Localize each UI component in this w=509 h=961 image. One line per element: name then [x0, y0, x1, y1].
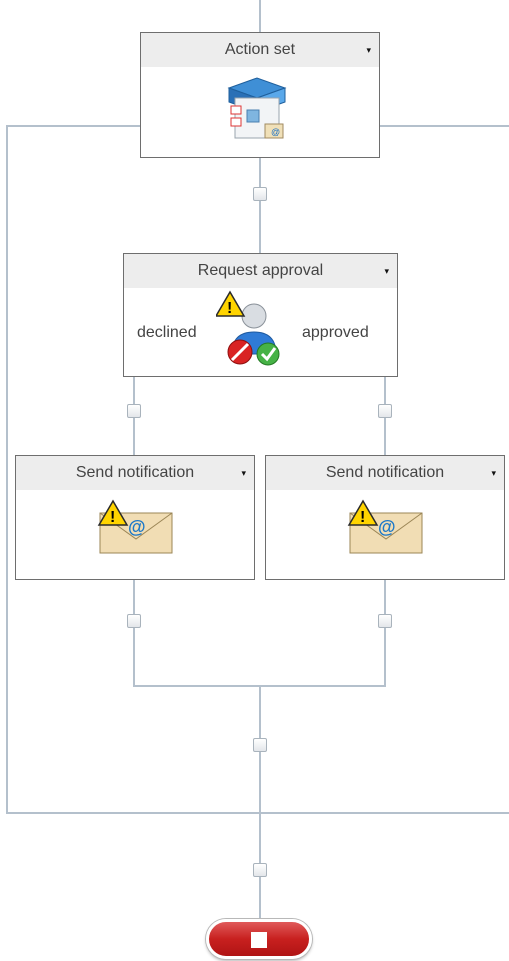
svg-text:!: ! [110, 509, 115, 526]
connector-line [133, 579, 135, 687]
action-header: Send notification ▾ [16, 456, 254, 490]
dropdown-arrow-icon[interactable]: ▾ [384, 254, 389, 288]
dropdown-arrow-icon[interactable]: ▾ [491, 456, 496, 490]
insert-point[interactable] [253, 863, 267, 877]
insert-point[interactable] [127, 614, 141, 628]
connector-line [384, 579, 386, 687]
connector-line [259, 157, 261, 253]
end-workflow-button[interactable] [206, 919, 312, 959]
svg-text:@: @ [378, 517, 396, 537]
stop-icon [251, 932, 267, 948]
insert-point[interactable] [253, 738, 267, 752]
approval-user-warning-icon: ! [216, 290, 280, 366]
email-envelope-warning-icon: @ ! [347, 499, 423, 554]
connector-line [6, 125, 140, 127]
connector-line [380, 125, 509, 127]
action-title: Send notification [75, 464, 195, 481]
action-title: Action set [224, 41, 296, 58]
dropdown-arrow-icon[interactable]: ▾ [241, 456, 246, 490]
svg-text:!: ! [360, 509, 365, 526]
svg-text:@: @ [271, 127, 280, 137]
action-title: Request approval [197, 262, 324, 279]
email-envelope-warning-icon: @ ! [97, 499, 173, 554]
insert-point[interactable] [378, 614, 392, 628]
action-header: Request approval ▾ [124, 254, 397, 288]
connector-line [259, 685, 261, 921]
request-approval-box[interactable]: Request approval ▾ declined approved ! [123, 253, 398, 377]
svg-text:@: @ [128, 517, 146, 537]
connector-line [259, 0, 261, 32]
action-header: Action set ▾ [141, 33, 379, 67]
svg-text:!: ! [227, 300, 232, 317]
branch-label-declined: declined [137, 324, 197, 341]
action-set-box-icon: @ [227, 77, 287, 139]
connector-line [6, 125, 8, 814]
branch-label-approved: approved [302, 324, 369, 341]
action-header: Send notification ▾ [266, 456, 504, 490]
action-title: Send notification [325, 464, 445, 481]
connector-line [6, 812, 509, 814]
send-notification-box[interactable]: Send notification ▾ @ ! [15, 455, 255, 580]
send-notification-box[interactable]: Send notification ▾ @ ! [265, 455, 505, 580]
insert-point[interactable] [127, 404, 141, 418]
insert-point[interactable] [378, 404, 392, 418]
insert-point[interactable] [253, 187, 267, 201]
dropdown-arrow-icon[interactable]: ▾ [366, 33, 371, 67]
action-set-box[interactable]: Action set ▾ @ [140, 32, 380, 158]
